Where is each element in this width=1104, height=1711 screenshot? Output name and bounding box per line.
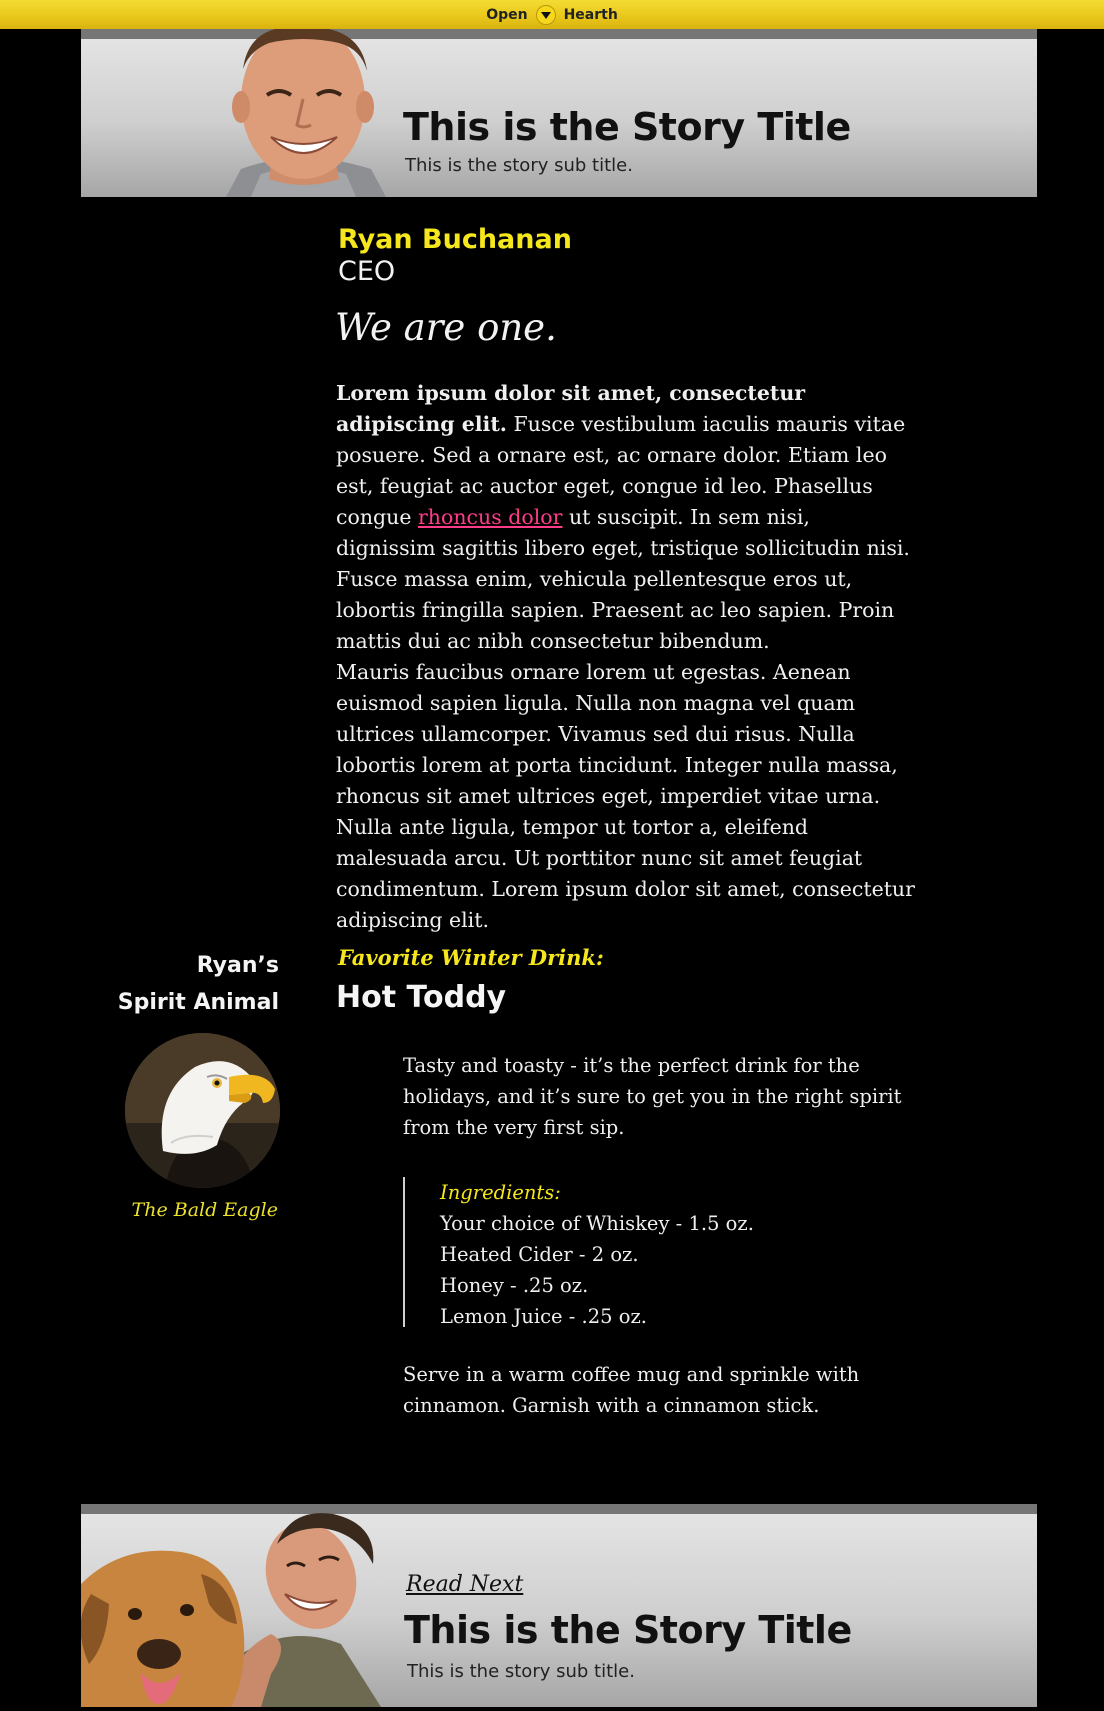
spirit-heading-line-1: Ryan’s [196,953,279,978]
serving-instructions: Serve in a warm coffee mug and sprinkle … [403,1363,860,1417]
story-subtitle: This is the story sub title. [405,155,633,176]
spirit-heading-line-2: Spirit Animal [117,990,279,1015]
read-next-banner[interactable]: Read Next This is the Story Title This i… [81,1504,1037,1707]
drink-description: Tasty and toasty - it’s the perfect drin… [403,1054,902,1139]
ingredient-item: Your choice of Whiskey - 1.5 oz. [440,1212,754,1235]
story-title: This is the Story Title [403,105,851,149]
next-story-image [81,1513,381,1707]
ingredient-item: Lemon Juice - .25 oz. [440,1305,647,1328]
author-portrait-image [226,29,386,197]
person-name: Ryan Buchanan [338,224,572,255]
story-hero-banner: This is the Story Title This is the stor… [81,29,1037,197]
read-next-link[interactable]: Read Next [406,1572,523,1597]
brand-left-text: Open [486,6,528,23]
person-role: CEO [338,256,396,287]
next-story-subtitle: This is the story sub title. [407,1661,635,1682]
ingredients-block: Ingredients: Your choice of Whiskey - 1.… [403,1177,754,1328]
article-paragraph-2: Mauris faucibus ornare lorem ut egestas.… [336,660,915,932]
ingredient-item: Honey - .25 oz. [440,1274,589,1297]
ingredients-label: Ingredients: [440,1181,561,1204]
favorite-drink-label: Favorite Winter Drink: [338,945,604,970]
top-brand-bar: Open Hearth [0,0,1104,29]
inline-article-link[interactable]: rhoncus dolor [418,505,562,529]
spirit-animal-heading: Ryan’s Spirit Animal [118,947,279,1021]
next-story-title: This is the Story Title [404,1608,852,1652]
ingredient-item: Heated Cider - 2 oz. [440,1243,639,1266]
person-tagline: We are one. [335,306,557,349]
brand-right-text: Hearth [563,6,618,23]
article-paragraph-1: Lorem ipsum dolor sit amet, consectetur … [336,378,916,657]
eagle-photo-icon [125,1033,280,1188]
drink-name: Hot Toddy [336,980,507,1015]
dropdown-toggle-icon[interactable] [535,4,556,25]
spirit-animal-caption: The Bald Eagle [131,1199,278,1221]
